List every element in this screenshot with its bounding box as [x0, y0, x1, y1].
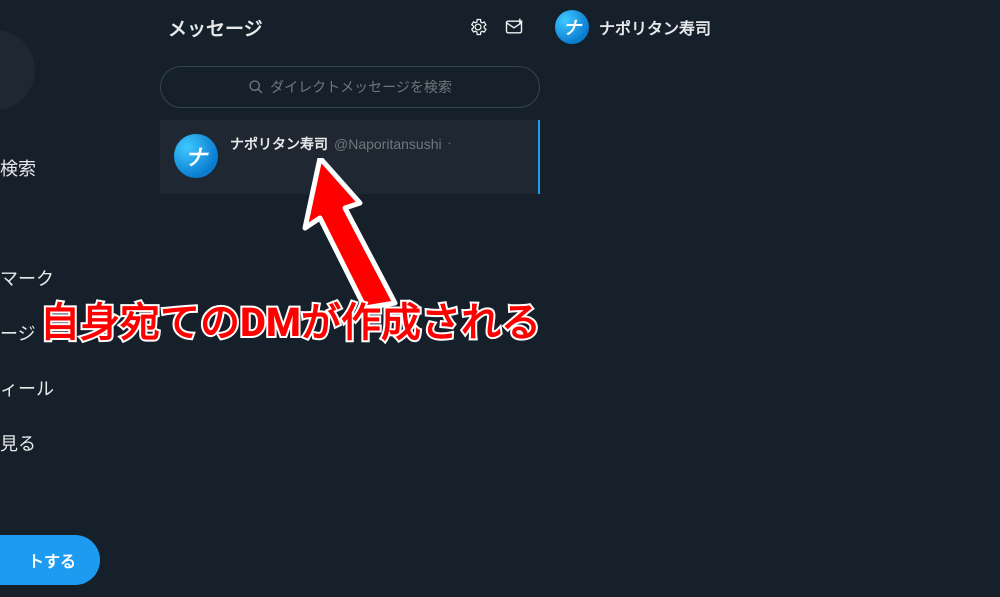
settings-icon[interactable]: [460, 9, 496, 45]
conversation-item[interactable]: ナポリタン寿司 @Naporitansushi ·: [160, 120, 540, 194]
messages-header: メッセージ: [160, 0, 540, 54]
annotation-text: 自身宛てのDMが作成される: [40, 290, 541, 348]
conversation-list: ナポリタン寿司 @Naporitansushi ·: [160, 120, 540, 194]
avatar[interactable]: [555, 10, 589, 44]
new-message-icon[interactable]: [496, 9, 532, 45]
tweet-button[interactable]: トする: [0, 535, 100, 585]
avatar: [174, 134, 218, 178]
sidebar-item-messages[interactable]: ージ: [0, 320, 36, 346]
conversation-header: ナポリタン寿司: [555, 10, 711, 44]
sidebar-item-search[interactable]: 検索: [0, 155, 36, 181]
sidebar-item-bookmarks[interactable]: マーク: [0, 265, 54, 291]
page-title: メッセージ: [168, 14, 460, 41]
dm-search-input[interactable]: ダイレクトメッセージを検索: [160, 66, 540, 108]
dm-search-wrap: ダイレクトメッセージを検索: [160, 66, 540, 108]
sidebar-item-more[interactable]: 見る: [0, 430, 36, 456]
dm-search-placeholder: ダイレクトメッセージを検索: [270, 77, 452, 97]
conversation-title[interactable]: ナポリタン寿司: [599, 15, 711, 39]
search-icon: [248, 79, 264, 95]
conversation-dot: ·: [448, 136, 452, 152]
sidebar-item-profile[interactable]: ィール: [0, 375, 54, 401]
conversation-handle: @Naporitansushi: [334, 136, 442, 152]
conversation-name: ナポリタン寿司: [230, 134, 328, 154]
